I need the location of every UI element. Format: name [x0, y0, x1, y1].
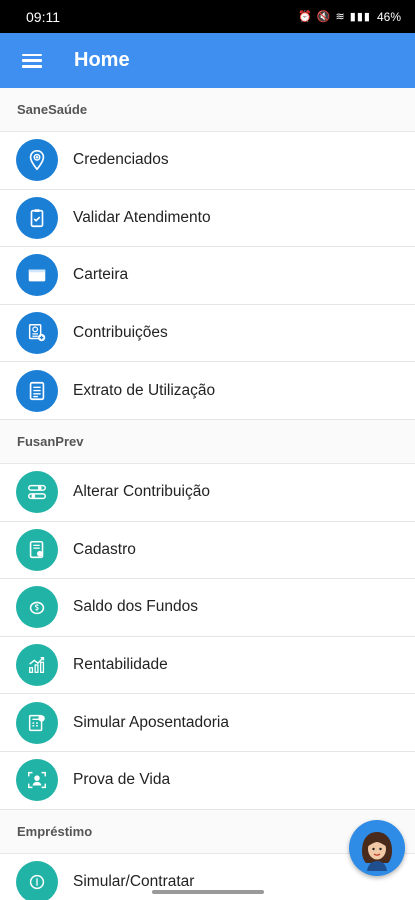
piggy-bank-icon	[16, 586, 58, 629]
menu-list: SaneSaúde Credenciados Validar Atendimen…	[0, 88, 415, 900]
menu-item-credenciados[interactable]: Credenciados	[0, 132, 415, 190]
menu-item-extrato-de-utilizacao[interactable]: Extrato de Utilização	[0, 362, 415, 420]
menu-item-label: Validar Atendimento	[73, 208, 211, 226]
face-scan-icon	[16, 759, 58, 802]
menu-item-label: Prova de Vida	[73, 771, 171, 789]
menu-item-alterar-contribuicao[interactable]: Alterar Contribuição	[0, 463, 415, 522]
battery-level: 46%	[376, 9, 401, 24]
menu-item-validar-atendimento[interactable]: Validar Atendimento	[0, 189, 415, 248]
section-header-sanesaude: SaneSaúde	[0, 88, 415, 132]
status-time: 09:11	[26, 8, 60, 25]
menu-item-label: Carteira	[73, 266, 129, 284]
menu-item-label: Contribuições	[73, 324, 168, 342]
assistant-avatar-button[interactable]	[349, 820, 405, 876]
calculator-icon	[16, 701, 58, 744]
location-pin-icon	[16, 139, 58, 182]
menu-item-saldo-dos-fundos[interactable]: Saldo dos Fundos	[0, 579, 415, 637]
app-bar: Home	[0, 33, 415, 88]
menu-item-label: Simular/Contratar	[73, 872, 195, 890]
menu-item-label: Simular Aposentadoria	[73, 713, 229, 731]
menu-item-label: Alterar Contribuição	[73, 483, 210, 501]
status-bar: 09:11 ⏰ 🔇 ≋ ▮▮▮ 46%	[0, 0, 415, 33]
hamburger-icon	[22, 53, 42, 68]
section-header-fusanprev: FusanPrev	[0, 419, 415, 464]
menu-item-label: Rentabilidade	[73, 656, 168, 674]
menu-item-label: Saldo dos Fundos	[73, 598, 198, 616]
gesture-nav-handle[interactable]	[152, 890, 264, 894]
menu-button[interactable]	[0, 33, 66, 88]
money-icon	[16, 860, 58, 900]
menu-item-label: Extrato de Utilização	[73, 381, 216, 399]
assistant-avatar-icon	[353, 824, 401, 872]
statement-icon	[16, 369, 58, 412]
menu-item-label: Credenciados	[73, 151, 169, 169]
clipboard-check-icon	[16, 196, 58, 239]
menu-item-carteira[interactable]: Carteira	[0, 247, 415, 305]
menu-item-contribuicoes[interactable]: Contribuições	[0, 304, 415, 363]
menu-item-simular-aposentadoria[interactable]: Simular Aposentadoria	[0, 694, 415, 752]
profile-card-icon	[16, 528, 58, 571]
status-icons: ⏰ 🔇 ≋ ▮▮▮	[298, 11, 371, 23]
growth-chart-icon	[16, 644, 58, 687]
page-title: Home	[74, 49, 130, 71]
menu-item-rentabilidade[interactable]: Rentabilidade	[0, 636, 415, 695]
status-right: ⏰ 🔇 ≋ ▮▮▮ 46%	[298, 10, 401, 24]
menu-item-cadastro[interactable]: Cadastro	[0, 521, 415, 580]
sliders-icon	[16, 471, 58, 514]
menu-item-prova-de-vida[interactable]: Prova de Vida	[0, 751, 415, 810]
wallet-icon	[16, 254, 58, 297]
menu-item-label: Cadastro	[73, 540, 136, 558]
contribution-doc-icon	[16, 312, 58, 355]
